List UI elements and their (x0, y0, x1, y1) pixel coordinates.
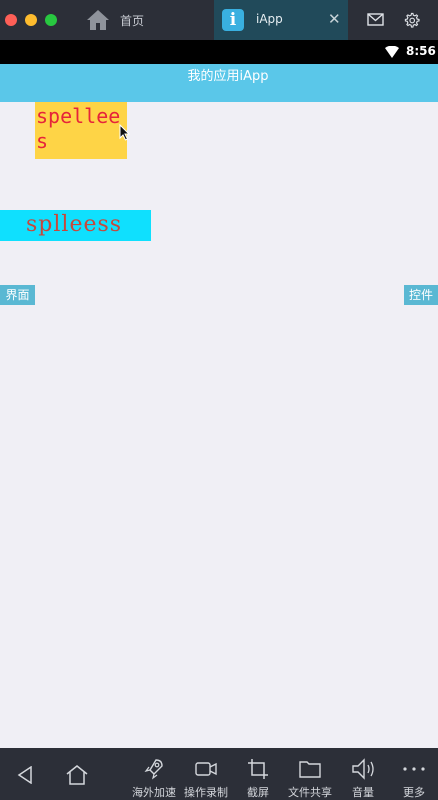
tab-iapp-label: iApp (256, 12, 283, 26)
toolbar-label: 操作录制 (184, 786, 228, 799)
minimize-window-button[interactable] (25, 14, 37, 26)
toolbar-label: 截屏 (247, 786, 269, 799)
toolbar-label: 海外加速 (132, 786, 176, 799)
volume-icon (352, 758, 374, 780)
home-tab-icon (87, 10, 109, 30)
iapp-icon: i (222, 9, 244, 31)
gear-icon[interactable] (403, 12, 420, 29)
toolbar-label: 文件共享 (288, 786, 332, 799)
tab-iapp[interactable]: i iApp ✕ (214, 0, 348, 40)
back-button[interactable] (10, 748, 40, 800)
back-icon (17, 766, 32, 784)
maximize-window-button[interactable] (45, 14, 57, 26)
volume-button[interactable]: 音量 (344, 748, 382, 800)
mail-icon[interactable] (367, 13, 384, 26)
file-share-button[interactable]: 文件共享 (284, 748, 336, 800)
screenshot-button[interactable]: 截屏 (240, 748, 276, 800)
record-operation-button[interactable]: 操作录制 (180, 748, 232, 800)
controls-button[interactable]: 控件 (404, 285, 438, 305)
yellow-text: spellees (36, 104, 121, 153)
wifi-icon (385, 46, 399, 58)
video-icon (195, 762, 217, 776)
cyan-text: splleess (26, 212, 123, 237)
toolbar-label: 更多 (403, 786, 425, 799)
home-button[interactable] (60, 748, 94, 800)
home-icon (66, 765, 88, 785)
close-window-button[interactable] (5, 14, 17, 26)
tab-home-label: 首页 (120, 14, 145, 28)
status-bar (0, 40, 438, 64)
app-title: 我的应用iApp (187, 69, 269, 84)
interface-button[interactable]: 界面 (0, 285, 35, 305)
status-time: 8:56 (406, 44, 436, 58)
tab-close-icon[interactable]: ✕ (328, 10, 341, 28)
more-icon (403, 767, 425, 771)
overseas-accelerate-button[interactable]: 海外加速 (128, 748, 180, 800)
folder-icon (299, 761, 321, 778)
mouse-cursor-icon (119, 124, 130, 141)
rocket-icon (144, 759, 163, 780)
toolbar-label: 音量 (352, 786, 374, 799)
crop-icon (248, 759, 268, 779)
tab-home[interactable]: 首页 (80, 0, 212, 40)
more-button[interactable]: 更多 (396, 748, 432, 800)
